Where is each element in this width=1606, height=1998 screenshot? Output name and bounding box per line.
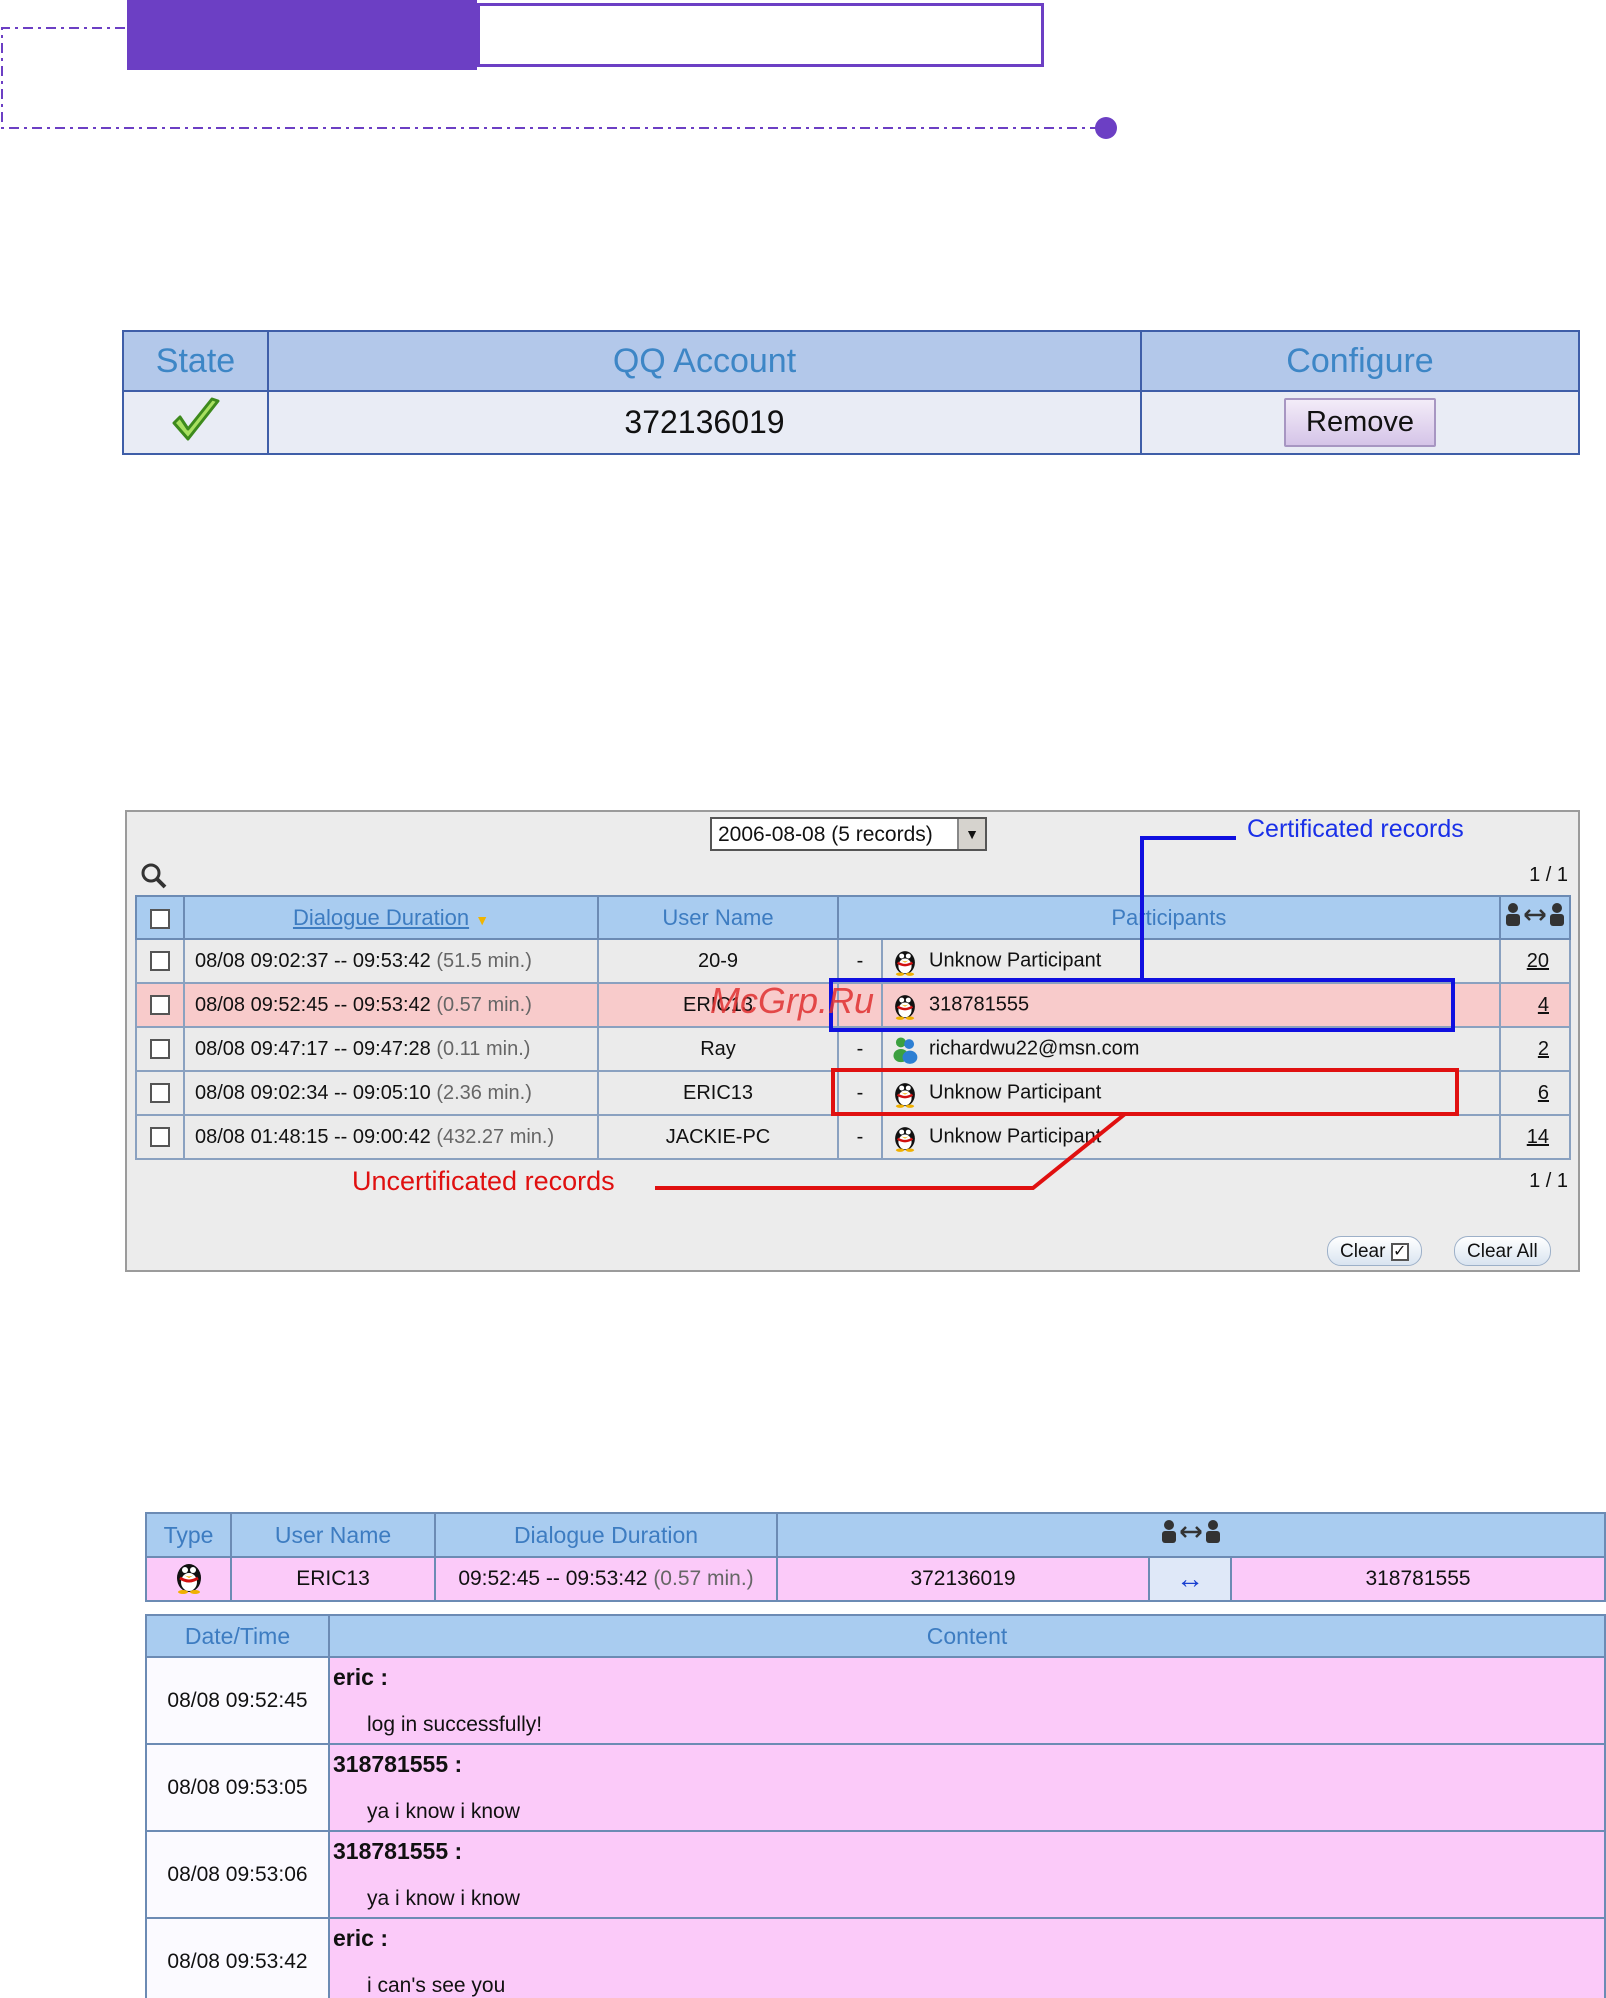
detail-dur: (0.57 min.) bbox=[653, 1567, 754, 1590]
message-datetime: 08/08 09:53:42 bbox=[145, 1917, 330, 1998]
message-speaker: eric : bbox=[333, 1664, 388, 1690]
message-text: i can's see you bbox=[367, 1974, 506, 1997]
qq-account-value: 372136019 bbox=[267, 390, 1142, 455]
header-title-box bbox=[477, 3, 1044, 67]
dialogue-summary-table: Type User Name Dialogue Duration ERIC13 … bbox=[145, 1512, 1606, 1602]
message-content: 318781555 : ya i know i know bbox=[328, 1830, 1606, 1919]
col-state: State bbox=[122, 329, 269, 393]
detail-time: 09:52:45 -- 09:53:42 bbox=[458, 1567, 648, 1590]
message-row: 08/08 09:53:05 318781555 : ya i know i kno… bbox=[145, 1743, 1606, 1832]
message-row: 08/08 09:53:06 318781555 : ya i know i kno… bbox=[145, 1830, 1606, 1919]
qq-account-table: State QQ Account Configure 372136019 Rem… bbox=[122, 329, 1580, 455]
col-datetime: Date/Time bbox=[145, 1614, 330, 1658]
col-type: Type bbox=[145, 1512, 232, 1558]
certificated-annotation: Certificated records bbox=[1247, 815, 1464, 843]
state-cell bbox=[122, 390, 269, 455]
conversation-icon bbox=[1162, 1520, 1220, 1543]
detail-duration: 09:52:45 -- 09:53:42 (0.57 min.) bbox=[434, 1556, 778, 1602]
remove-button[interactable]: Remove bbox=[1284, 398, 1436, 448]
message-speaker: 318781555 : bbox=[333, 1751, 463, 1777]
qq-penguin-icon bbox=[176, 1564, 201, 1594]
uncertificated-annotation: Uncertificated records bbox=[352, 1166, 615, 1196]
clear-button-label: Clear bbox=[1340, 1241, 1386, 1262]
col-configure: Configure bbox=[1140, 329, 1580, 393]
messages-table: Date/Time Content 08/08 09:52:45 eric : lo… bbox=[145, 1614, 1606, 1998]
watermark: McGrp.Ru bbox=[710, 980, 875, 1021]
message-text: log in successfully! bbox=[367, 1713, 543, 1736]
col-user: User Name bbox=[230, 1512, 436, 1558]
message-datetime: 08/08 09:52:45 bbox=[145, 1656, 330, 1745]
col-qq-account: QQ Account bbox=[267, 329, 1142, 393]
bidirectional-arrow-icon: ↔ bbox=[1148, 1556, 1232, 1602]
detail-from: 372136019 bbox=[776, 1556, 1150, 1602]
col-content: Content bbox=[328, 1614, 1606, 1658]
message-content: eric : i can's see you bbox=[328, 1917, 1606, 1998]
message-text: ya i know i know bbox=[367, 1800, 520, 1823]
detail-to: 318781555 bbox=[1230, 1556, 1606, 1602]
message-datetime: 08/08 09:53:05 bbox=[145, 1743, 330, 1832]
clear-button[interactable]: Clear ✓ bbox=[1327, 1236, 1422, 1266]
messages-body: 08/08 09:52:45 eric : log in successfully!… bbox=[145, 1656, 1606, 1998]
message-text: ya i know i know bbox=[367, 1887, 520, 1910]
col-conversation bbox=[776, 1512, 1606, 1558]
message-speaker: 318781555 : bbox=[333, 1838, 463, 1864]
message-content: eric : log in successfully! bbox=[328, 1656, 1606, 1745]
message-row: 08/08 09:52:45 eric : log in successfully! bbox=[145, 1656, 1606, 1745]
type-cell bbox=[145, 1556, 232, 1602]
col-duration: Dialogue Duration bbox=[434, 1512, 778, 1558]
message-content: 318781555 : ya i know i know bbox=[328, 1743, 1606, 1832]
clear-checkbox-icon: ✓ bbox=[1390, 1242, 1409, 1261]
header-purple-block bbox=[127, 0, 477, 70]
clear-all-button[interactable]: Clear All bbox=[1454, 1236, 1551, 1266]
detail-user: ERIC13 bbox=[230, 1556, 436, 1602]
message-datetime: 08/08 09:53:06 bbox=[145, 1830, 330, 1919]
message-speaker: eric : bbox=[333, 1925, 388, 1951]
green-check-icon bbox=[172, 397, 219, 441]
configure-cell: Remove bbox=[1140, 390, 1580, 455]
message-row: 08/08 09:53:42 eric : i can's see you bbox=[145, 1917, 1606, 1998]
